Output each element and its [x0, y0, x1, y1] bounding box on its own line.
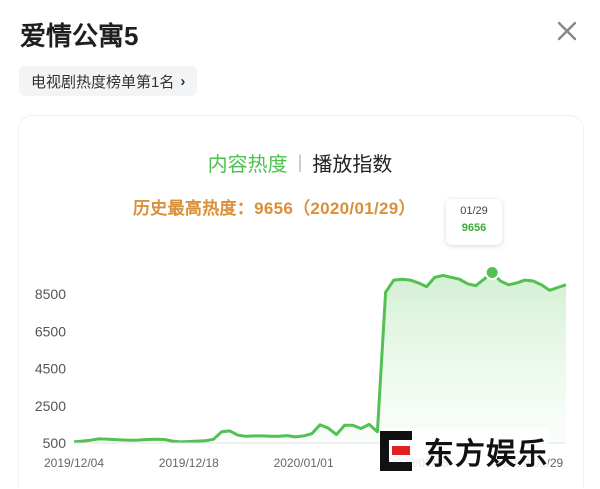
x-tick-label: 2020/01/01 — [274, 456, 334, 470]
watermark-brand-text: 东方娱乐 — [424, 438, 548, 471]
tooltip-value: 9656 — [461, 222, 487, 234]
y-tick-label: 500 — [43, 435, 67, 451]
peak-point — [484, 265, 500, 281]
heat-chart: 500 2500 4500 6500 8500 2019/12/04 2019/12/18 2… — [35, 265, 567, 470]
x-tick-label: 2019/12/18 — [159, 456, 219, 470]
tooltip-date: 01/29 — [460, 205, 488, 217]
series-area — [74, 272, 566, 443]
y-tick-label: 2500 — [35, 398, 66, 414]
watermark: 东方娱乐 — [380, 428, 548, 474]
y-tick-label: 6500 — [35, 323, 66, 339]
brand-logo-icon — [380, 431, 412, 471]
y-tick-label: 4500 — [35, 361, 66, 377]
y-tick-label: 8500 — [35, 286, 66, 302]
chart-tooltip: 01/29 9656 — [446, 199, 502, 245]
x-tick-label: 2019/12/04 — [44, 456, 104, 470]
